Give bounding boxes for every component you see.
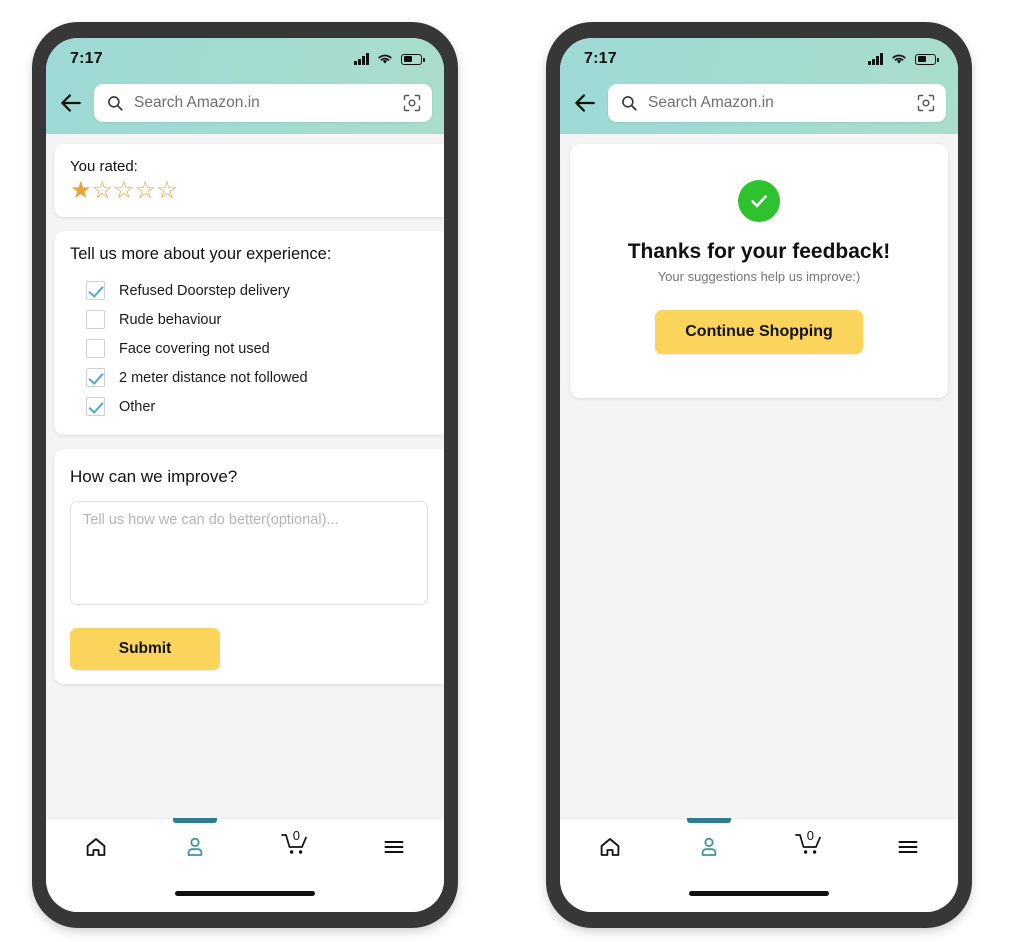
home-indicator[interactable]	[175, 890, 315, 896]
experience-option-row[interactable]: Face covering not used	[70, 334, 428, 363]
checkmark-icon	[751, 195, 767, 208]
phone-device-right: 7:17 Search Amazon.in Thanks for your fe…	[546, 22, 972, 928]
submit-button[interactable]: Submit	[70, 628, 220, 670]
camera-lens-icon[interactable]	[916, 93, 936, 113]
signal-bars-icon	[354, 53, 369, 65]
phone-screen-left: 7:17 Search Amazon.in You rated: ★ ☆ ☆ ☆…	[46, 38, 444, 912]
search-icon	[622, 96, 637, 111]
wifi-icon	[378, 54, 392, 64]
experience-option-row[interactable]: Refused Doorstep delivery	[70, 276, 428, 305]
status-icons	[354, 53, 425, 65]
status-clock: 7:17	[70, 50, 103, 67]
checkbox-icon[interactable]	[86, 339, 105, 358]
nav-item-home[interactable]	[560, 819, 660, 874]
star-empty[interactable]: ☆	[113, 179, 134, 203]
experience-card: Tell us more about your experience: Refu…	[54, 231, 444, 435]
phone-screen-right: 7:17 Search Amazon.in Thanks for your fe…	[560, 38, 958, 912]
nav-item-home[interactable]	[46, 819, 146, 874]
status-bar-right: 7:17	[560, 38, 958, 80]
thanks-card: Thanks for your feedback! Your suggestio…	[570, 144, 948, 398]
bottom-nav-right: 0	[560, 818, 958, 874]
experience-option-row[interactable]: 2 meter distance not followed	[70, 363, 428, 392]
bottom-nav-left: 0	[46, 818, 444, 874]
nav-item-account[interactable]	[146, 819, 246, 874]
star-empty[interactable]: ☆	[135, 179, 156, 203]
cart-icon-wrapper: 0	[280, 828, 310, 862]
improve-title: How can we improve?	[70, 467, 238, 486]
experience-option-label: Other	[119, 398, 156, 415]
thanks-title: Thanks for your feedback!	[627, 240, 891, 263]
experience-option-row[interactable]: Rude behaviour	[70, 305, 428, 334]
home-indicator[interactable]	[689, 890, 829, 896]
search-placeholder: Search Amazon.in	[648, 94, 774, 111]
home-indicator-area-left	[46, 874, 444, 912]
back-arrow-icon[interactable]	[58, 90, 84, 116]
cart-badge-count: 0	[292, 828, 300, 843]
status-bar: 7:17	[46, 38, 444, 80]
battery-icon	[401, 53, 425, 65]
experience-title: Tell us more about your experience:	[70, 245, 332, 263]
checkbox-icon[interactable]	[86, 368, 105, 387]
cart-badge-count: 0	[806, 828, 814, 843]
person-icon	[187, 837, 203, 856]
page-body-left: You rated: ★ ☆ ☆ ☆ ☆ Tell us more about your…	[46, 134, 444, 818]
improve-textarea[interactable]	[70, 501, 428, 605]
search-input[interactable]: Search Amazon.in	[94, 84, 432, 122]
search-header-right: Search Amazon.in	[560, 80, 958, 134]
experience-option-label: Rude behaviour	[119, 311, 222, 328]
home-indicator-area-right	[560, 874, 958, 912]
nav-item-account[interactable]	[660, 819, 760, 874]
improve-card: How can we improve? Submit	[54, 449, 444, 684]
person-icon	[701, 837, 717, 856]
experience-option-list: Refused Doorstep delivery Rude behaviour F…	[70, 276, 428, 421]
wifi-icon	[892, 54, 906, 64]
hamburger-menu-icon	[384, 840, 404, 853]
nav-item-cart[interactable]: 0	[759, 819, 859, 874]
experience-option-label: Face covering not used	[119, 340, 270, 357]
screenshot-stage: 7:17 Search Amazon.in You rated: ★ ☆ ☆ ☆…	[0, 0, 1024, 942]
page-body-right: Thanks for your feedback! Your suggestio…	[560, 134, 958, 818]
search-input[interactable]: Search Amazon.in	[608, 84, 946, 122]
star-empty[interactable]: ☆	[92, 179, 113, 203]
battery-icon	[915, 53, 939, 65]
home-icon	[600, 837, 620, 856]
back-arrow-icon[interactable]	[572, 90, 598, 116]
nav-item-menu[interactable]	[345, 819, 445, 874]
checkbox-icon[interactable]	[86, 310, 105, 329]
star-rating[interactable]: ★ ☆ ☆ ☆ ☆	[70, 179, 428, 203]
nav-item-menu[interactable]	[859, 819, 959, 874]
experience-option-row[interactable]: Other	[70, 392, 428, 421]
search-header: Search Amazon.in	[46, 80, 444, 134]
checkbox-icon[interactable]	[86, 281, 105, 300]
search-placeholder: Search Amazon.in	[134, 94, 260, 111]
phone-device-left: 7:17 Search Amazon.in You rated: ★ ☆ ☆ ☆…	[32, 22, 458, 928]
signal-bars-icon	[868, 53, 883, 65]
rating-label: You rated:	[70, 158, 138, 175]
star-empty[interactable]: ☆	[156, 179, 177, 203]
check-circle-icon	[738, 180, 780, 222]
experience-option-label: 2 meter distance not followed	[119, 369, 308, 386]
continue-shopping-button[interactable]: Continue Shopping	[655, 310, 863, 354]
checkbox-icon[interactable]	[86, 397, 105, 416]
rating-card: You rated: ★ ☆ ☆ ☆ ☆	[54, 144, 444, 217]
star-filled[interactable]: ★	[70, 179, 91, 203]
thanks-subtitle: Your suggestions help us improve:)	[657, 269, 861, 284]
status-icons-right	[868, 53, 939, 65]
hamburger-menu-icon	[898, 840, 918, 853]
status-clock-right: 7:17	[584, 50, 617, 67]
experience-option-label: Refused Doorstep delivery	[119, 282, 290, 299]
camera-lens-icon[interactable]	[402, 93, 422, 113]
home-icon	[86, 837, 106, 856]
search-icon	[108, 96, 123, 111]
nav-item-cart[interactable]: 0	[245, 819, 345, 874]
cart-icon-wrapper: 0	[794, 828, 824, 862]
